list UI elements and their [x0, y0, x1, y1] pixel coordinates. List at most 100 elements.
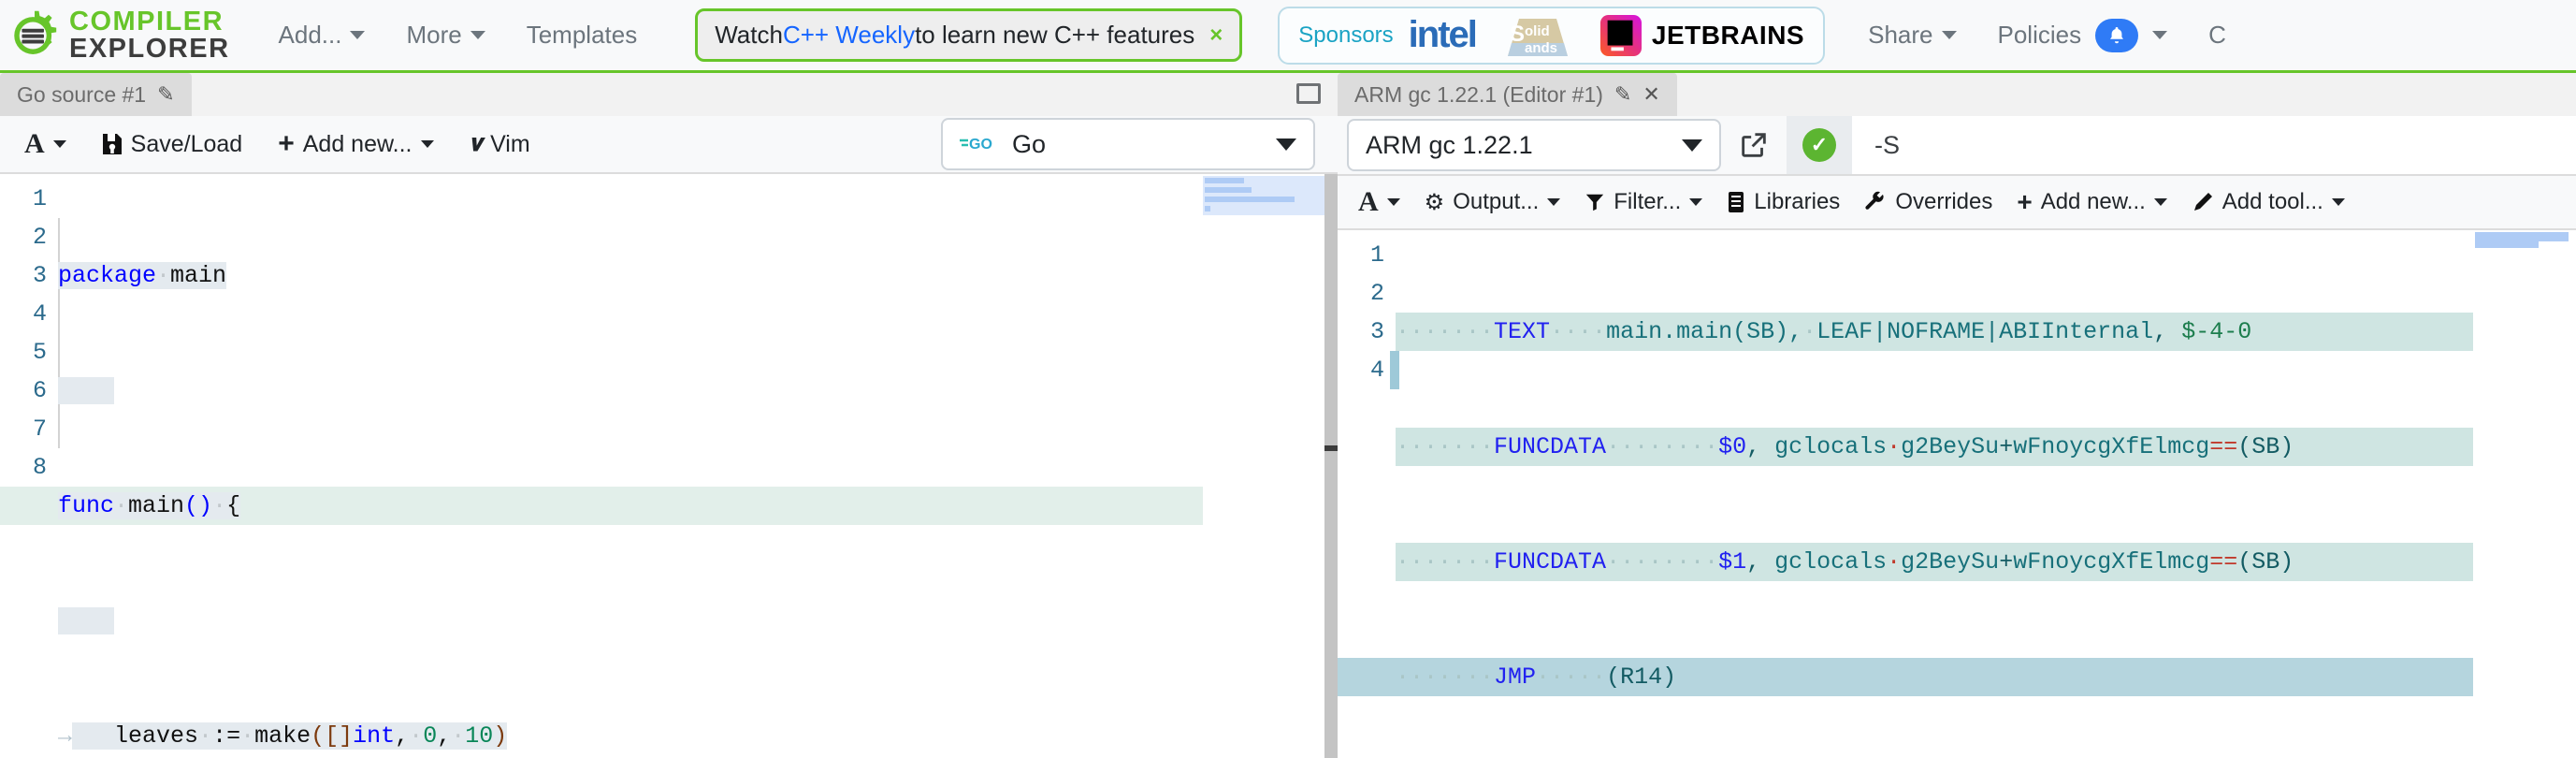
tab-arm-gc-compiler-label: ARM gc 1.22.1 (Editor #1) — [1354, 82, 1603, 108]
filter-label: Filter... — [1614, 189, 1681, 215]
libraries-button[interactable]: Libraries — [1715, 183, 1851, 221]
sponsors-label: Sponsors — [1298, 22, 1393, 49]
asm-code-content[interactable]: ·······TEXT····main.main(SB),·LEAF|NOFRA… — [1396, 236, 2576, 758]
save-load-button[interactable]: Save/Load — [87, 125, 258, 164]
editor-code-content[interactable]: package·main func·main()·{ → leaves·:=·m… — [58, 180, 1338, 758]
navbar-right-menu: Share Policies C — [1847, 9, 2247, 62]
libraries-label: Libraries — [1754, 189, 1840, 215]
font-size-label: A — [1358, 186, 1379, 218]
chevron-down-icon — [2154, 198, 2167, 206]
tab-arm-gc-compiler[interactable]: ARM gc 1.22.1 (Editor #1) ✎ ✕ — [1338, 73, 1677, 116]
add-new-button[interactable]: + Add new... — [263, 123, 448, 166]
sponsors-bar: Sponsors intel S olid ands — [1278, 7, 1825, 65]
pencil-icon[interactable]: ✎ — [157, 82, 174, 107]
pencil-icon[interactable]: ✎ — [1614, 82, 1631, 107]
language-select-value: Go — [1012, 130, 1046, 159]
compiler-options-input[interactable]: -S — [1852, 116, 2576, 174]
compiler-pane: ARM gc 1.22.1 (Editor #1) ✎ ✕ ARM gc 1.2… — [1338, 73, 2576, 758]
compiler-add-new-button[interactable]: + Add new... — [2005, 182, 2178, 223]
external-link-icon — [1738, 129, 1770, 161]
svg-text:GO: GO — [969, 137, 992, 153]
line-number: 1 — [0, 180, 58, 218]
compile-status-badge[interactable]: ✓ — [1787, 116, 1852, 174]
close-icon[interactable]: × — [1209, 22, 1223, 49]
navbar-menu: Add... More Templates — [258, 11, 658, 59]
language-select[interactable]: GO Go — [941, 118, 1315, 170]
line-number: 2 — [0, 218, 58, 256]
output-button[interactable]: ⚙ Output... — [1413, 183, 1572, 222]
jetbrains-logo-icon[interactable]: JETBRAINS — [1599, 14, 1804, 57]
nav-item-other[interactable]: C — [2188, 11, 2247, 59]
vim-button[interactable]: 𝐯 Vim — [455, 125, 545, 164]
compiler-font-size-button[interactable]: A — [1347, 181, 1411, 224]
overrides-button[interactable]: Overrides — [1853, 183, 2004, 221]
announcement-banner: Watch C++ Weekly to learn new C++ featur… — [695, 8, 1242, 62]
compiler-select[interactable]: ARM gc 1.22.1 — [1347, 119, 1721, 171]
source-code-editor[interactable]: 1 2 3 4 5 6 7 8 9 package·main func·main… — [0, 174, 1338, 758]
svg-text:olid: olid — [1525, 23, 1550, 39]
nav-item-templates[interactable]: Templates — [506, 11, 658, 59]
announcement-suffix: to learn new C++ features — [915, 21, 1194, 50]
nav-item-more[interactable]: More — [385, 11, 505, 59]
code-line-3[interactable]: func·main()·{ — [0, 487, 1338, 525]
code-line-4[interactable] — [58, 602, 1338, 640]
jetbrains-label: JETBRAINS — [1652, 21, 1804, 51]
svg-text:ands: ands — [1525, 40, 1557, 56]
code-line-1[interactable]: package·main — [58, 256, 1338, 295]
add-new-label: Add new... — [303, 131, 412, 158]
vim-icon: 𝐯 — [470, 131, 483, 157]
vim-label: Vim — [490, 131, 530, 158]
editor-vertical-scrollbar[interactable] — [1324, 174, 1338, 758]
intel-logo-icon[interactable]: intel — [1409, 14, 1476, 56]
asm-line-4[interactable]: ·······JMP·····(R14) — [1338, 658, 2576, 696]
editor-line-numbers: 1 2 3 4 5 6 7 8 9 — [0, 174, 58, 758]
filter-button[interactable]: Filter... — [1573, 183, 1714, 221]
asm-line-1[interactable]: ·······TEXT····main.main(SB),·LEAF|NOFRA… — [1396, 313, 2576, 351]
line-number: 2 — [1338, 274, 1396, 313]
close-icon[interactable]: ✕ — [1643, 82, 1659, 107]
line-number: 7 — [0, 410, 58, 448]
plus-icon: + — [278, 128, 295, 160]
chevron-down-icon — [350, 31, 365, 39]
chevron-down-icon — [53, 140, 66, 148]
brand-logo-link[interactable]: COMPILER EXPLORER — [0, 0, 230, 72]
compiler-explorer-logo-icon — [7, 8, 62, 63]
svg-text:S: S — [1510, 22, 1525, 47]
popout-compiler-button[interactable] — [1721, 116, 1787, 174]
line-number: 1 — [1338, 236, 1396, 274]
add-tool-label: Add tool... — [2222, 189, 2323, 215]
line-number: 4 — [1338, 351, 1396, 389]
code-line-2[interactable] — [58, 372, 1338, 410]
tab-go-source-1[interactable]: Go source #1 ✎ — [0, 73, 192, 116]
chevron-down-icon — [1387, 198, 1400, 206]
announcement-prefix: Watch — [715, 21, 783, 50]
nav-item-policies[interactable]: Policies — [1977, 9, 2189, 62]
asm-line-3[interactable]: ·······FUNCDATA········$1, gclocals·g2Be… — [1396, 543, 2576, 581]
asm-minimap[interactable] — [2473, 230, 2576, 758]
nav-item-add[interactable]: Add... — [258, 11, 386, 59]
chevron-down-icon — [2152, 31, 2167, 39]
nav-item-share-label: Share — [1868, 21, 1932, 50]
chevron-down-icon — [1689, 198, 1702, 206]
editor-minimap[interactable] — [1203, 174, 1324, 758]
check-circle-icon: ✓ — [1802, 128, 1836, 162]
chevron-down-icon — [470, 31, 485, 39]
chevron-down-icon — [1276, 138, 1296, 151]
assembly-output[interactable]: 1 2 3 4 ·······TEXT····main.main(SB),·LE… — [1338, 230, 2576, 758]
code-line-5[interactable]: → leaves·:=·make([]int,·0,·10) — [58, 717, 1338, 755]
bell-icon[interactable] — [2095, 19, 2138, 52]
compiler-header: ARM gc 1.22.1 ✓ -S — [1338, 116, 2576, 176]
maximise-icon[interactable] — [1296, 83, 1321, 104]
announcement-link[interactable]: C++ Weekly — [783, 21, 915, 50]
asm-line-2[interactable]: ·······FUNCDATA········$0, gclocals·g2Be… — [1396, 428, 2576, 466]
add-tool-button[interactable]: Add tool... — [2180, 183, 2356, 221]
nav-item-share[interactable]: Share — [1847, 11, 1976, 59]
overrides-label: Overrides — [1895, 189, 1992, 215]
solid-sands-logo-icon[interactable]: S olid ands — [1491, 13, 1585, 58]
chevron-down-icon — [1547, 198, 1560, 206]
save-load-label: Save/Load — [131, 131, 243, 158]
output-label: Output... — [1453, 189, 1539, 215]
line-number: 5 — [0, 333, 58, 372]
font-size-button[interactable]: A — [9, 123, 81, 166]
editor-pane: Go source #1 ✎ A Save/Load + — [0, 73, 1338, 758]
